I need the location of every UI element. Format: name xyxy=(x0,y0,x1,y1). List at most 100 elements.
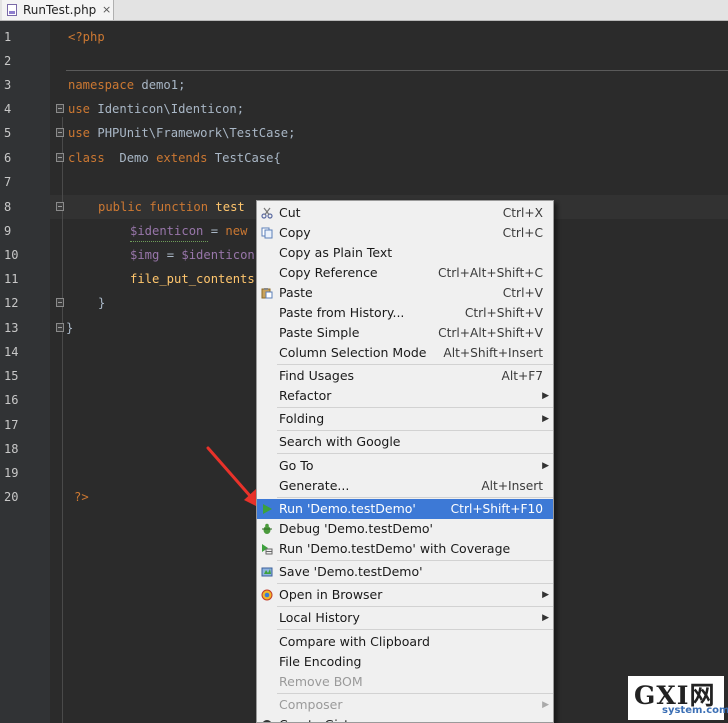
paste-icon xyxy=(261,288,273,299)
menu-item-folding[interactable]: Folding ▶ xyxy=(257,409,553,429)
menu-item-find-usages[interactable]: Find Usages Alt+F7 xyxy=(257,366,553,386)
line-number: 17 xyxy=(4,418,19,432)
browser-icon xyxy=(261,589,273,601)
keyword: namespace xyxy=(68,78,135,92)
menu-item-shortcut: Alt+F7 xyxy=(501,369,543,383)
keyword: use xyxy=(68,126,91,140)
menu-item-paste-simple[interactable]: Paste Simple Ctrl+Alt+Shift+V xyxy=(257,323,553,343)
menu-item-debug-demo-testdemo[interactable]: Debug 'Demo.testDemo' xyxy=(257,519,553,539)
menu-item-paste[interactable]: Paste Ctrl+V xyxy=(257,283,553,303)
scissors-icon xyxy=(261,207,273,219)
menu-separator xyxy=(277,606,553,607)
editor-tab-bar: RunTest.php × xyxy=(0,0,728,21)
menu-item-copy-reference[interactable]: Copy Reference Ctrl+Alt+Shift+C xyxy=(257,263,553,283)
watermark-domain: system.com xyxy=(662,705,728,716)
menu-item-label: Go To xyxy=(279,458,314,473)
menu-item-open-in-browser[interactable]: Open in Browser ▶ xyxy=(257,585,553,605)
menu-separator xyxy=(277,583,553,584)
copy-icon xyxy=(261,227,273,239)
line-number: 6 xyxy=(4,151,12,165)
submenu-arrow-icon: ▶ xyxy=(542,613,549,623)
keyword: public function xyxy=(98,200,209,214)
code-line-11: file_put_contents xyxy=(130,267,255,291)
menu-item-shortcut: Ctrl+Alt+Shift+C xyxy=(437,266,543,280)
menu-item-label: Find Usages xyxy=(279,368,355,383)
keyword: new xyxy=(225,224,248,238)
submenu-arrow-icon: ▶ xyxy=(542,391,549,401)
tab-close-icon[interactable]: × xyxy=(102,0,111,20)
menu-item-paste-from-history[interactable]: Paste from History... Ctrl+Shift+V xyxy=(257,303,553,323)
debug-icon xyxy=(262,523,272,534)
line-number: 15 xyxy=(4,369,19,383)
menu-item-label: Run 'Demo.testDemo' xyxy=(279,501,416,516)
fold-toggle-icon[interactable] xyxy=(56,128,64,137)
menu-item-run-with-coverage[interactable]: Run 'Demo.testDemo' with Coverage xyxy=(257,539,553,559)
code-line-1: <?php xyxy=(68,25,105,49)
line-number: 8 xyxy=(4,200,12,214)
code-line-5: use PHPUnit\Framework\TestCase; xyxy=(68,121,295,145)
menu-item-copy-as-plain-text[interactable]: Copy as Plain Text xyxy=(257,243,553,263)
menu-item-label: Generate... xyxy=(279,478,350,493)
menu-separator xyxy=(277,453,553,454)
code-line-20: ?> xyxy=(74,485,89,509)
fold-toggle-icon[interactable] xyxy=(56,298,64,307)
menu-item-cut[interactable]: Cut Ctrl+X xyxy=(257,203,553,223)
menu-item-run-demo-testdemo[interactable]: Run 'Demo.testDemo' Ctrl+Shift+F10 xyxy=(257,499,553,519)
menu-item-compare-with-clipboard[interactable]: Compare with Clipboard xyxy=(257,632,553,652)
menu-item-copy[interactable]: Copy Ctrl+C xyxy=(257,223,553,243)
menu-item-label: Refactor xyxy=(279,388,332,403)
line-number: 3 xyxy=(4,78,12,92)
code-line-8: public function test xyxy=(98,195,245,219)
menu-item-shortcut: Ctrl+Shift+V xyxy=(464,306,543,320)
line-number: 13 xyxy=(4,321,19,335)
menu-separator xyxy=(277,629,553,630)
fold-toggle-icon[interactable] xyxy=(56,202,64,211)
menu-item-label: Composer xyxy=(279,697,343,712)
submenu-arrow-icon: ▶ xyxy=(542,461,549,471)
variable: $identicon xyxy=(181,248,255,262)
menu-item-label: Save 'Demo.testDemo' xyxy=(279,564,423,579)
menu-item-label: Local History xyxy=(279,610,360,625)
menu-item-go-to[interactable]: Go To ▶ xyxy=(257,456,553,476)
menu-item-create-gist[interactable]: Create Gist... xyxy=(257,715,553,722)
menu-item-file-encoding[interactable]: File Encoding xyxy=(257,652,553,672)
line-number: 11 xyxy=(4,272,19,286)
menu-item-label: Compare with Clipboard xyxy=(279,634,430,649)
line-number: 4 xyxy=(4,102,12,116)
fold-toggle-icon[interactable] xyxy=(56,104,64,113)
fold-toggle-icon[interactable] xyxy=(56,323,64,332)
menu-item-column-selection-mode[interactable]: Column Selection Mode Alt+Shift+Insert xyxy=(257,343,553,363)
line-number: 19 xyxy=(4,466,19,480)
keyword: extends xyxy=(156,151,208,165)
menu-item-generate[interactable]: Generate... Alt+Insert xyxy=(257,476,553,496)
menu-item-save-demo-testdemo[interactable]: Save 'Demo.testDemo' xyxy=(257,562,553,582)
keyword: class xyxy=(68,151,105,165)
menu-item-label: Remove BOM xyxy=(279,674,363,689)
submenu-arrow-icon: ▶ xyxy=(542,590,549,600)
menu-item-label: Column Selection Mode xyxy=(279,345,427,360)
spelling-squiggle xyxy=(130,239,208,242)
menu-item-shortcut: Alt+Shift+Insert xyxy=(443,346,543,360)
line-number: 9 xyxy=(4,224,12,238)
menu-item-label: Run 'Demo.testDemo' with Coverage xyxy=(279,541,511,556)
menu-item-local-history[interactable]: Local History ▶ xyxy=(257,608,553,628)
code-text: test xyxy=(208,200,245,214)
code-text: demo1; xyxy=(134,78,186,92)
menu-item-label: Folding xyxy=(279,411,325,426)
code-line-6: class Demo extends TestCase{ xyxy=(68,146,281,170)
keyword: use xyxy=(68,102,91,116)
menu-item-shortcut: Ctrl+X xyxy=(502,206,543,220)
menu-item-search-with-google[interactable]: Search with Google xyxy=(257,432,553,452)
line-number: 12 xyxy=(4,296,19,310)
tab-runtest-php[interactable]: RunTest.php × xyxy=(2,0,114,20)
menu-item-label: Paste Simple xyxy=(279,325,360,340)
fold-toggle-icon[interactable] xyxy=(56,153,64,162)
code-line-13: } xyxy=(66,316,73,340)
menu-item-label: Search with Google xyxy=(279,434,401,449)
code-line-12: } xyxy=(98,291,105,315)
menu-item-refactor[interactable]: Refactor ▶ xyxy=(257,386,553,406)
menu-separator xyxy=(277,407,553,408)
code-line-10: $img = $identicon xyxy=(130,243,255,267)
line-number: 18 xyxy=(4,442,19,456)
menu-item-shortcut: Ctrl+Shift+F10 xyxy=(450,502,543,516)
